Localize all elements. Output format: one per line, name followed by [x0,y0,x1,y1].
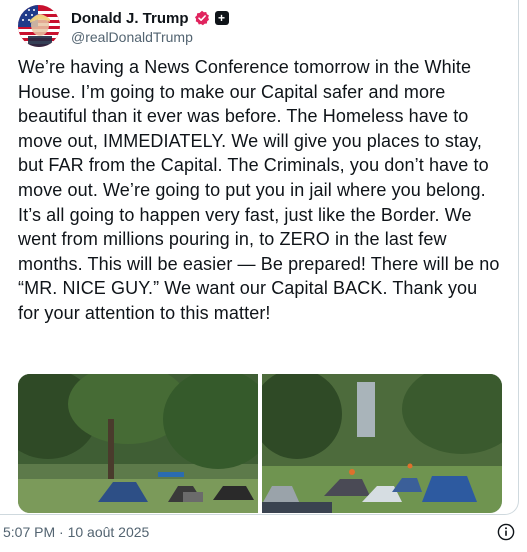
post-header: Donald J. Trump + @realDonaldTrump [18,5,498,49]
post-media [18,374,502,513]
post-timestamp[interactable]: 5:07 PM · 10 août 2025 [3,524,149,540]
american-flag-portrait [18,5,60,47]
photo-tents-under-trees[interactable] [18,374,258,513]
avatar[interactable] [18,5,60,47]
author-display-name[interactable]: Donald J. Trump [71,10,189,27]
author-handle[interactable]: @realDonaldTrump [71,29,193,45]
post-card: Donald J. Trump + @realDonaldTrump We’re… [0,0,519,515]
info-icon[interactable] [497,523,515,541]
photo-tents-near-monument[interactable] [262,374,502,513]
plus-badge-icon: + [214,11,229,25]
author-name-row: Donald J. Trump + [71,8,229,28]
verified-badge-icon [194,10,210,26]
post-text: We’re having a News Conference tomorrow … [18,57,500,323]
post-footer: 5:07 PM · 10 août 2025 [0,519,527,545]
